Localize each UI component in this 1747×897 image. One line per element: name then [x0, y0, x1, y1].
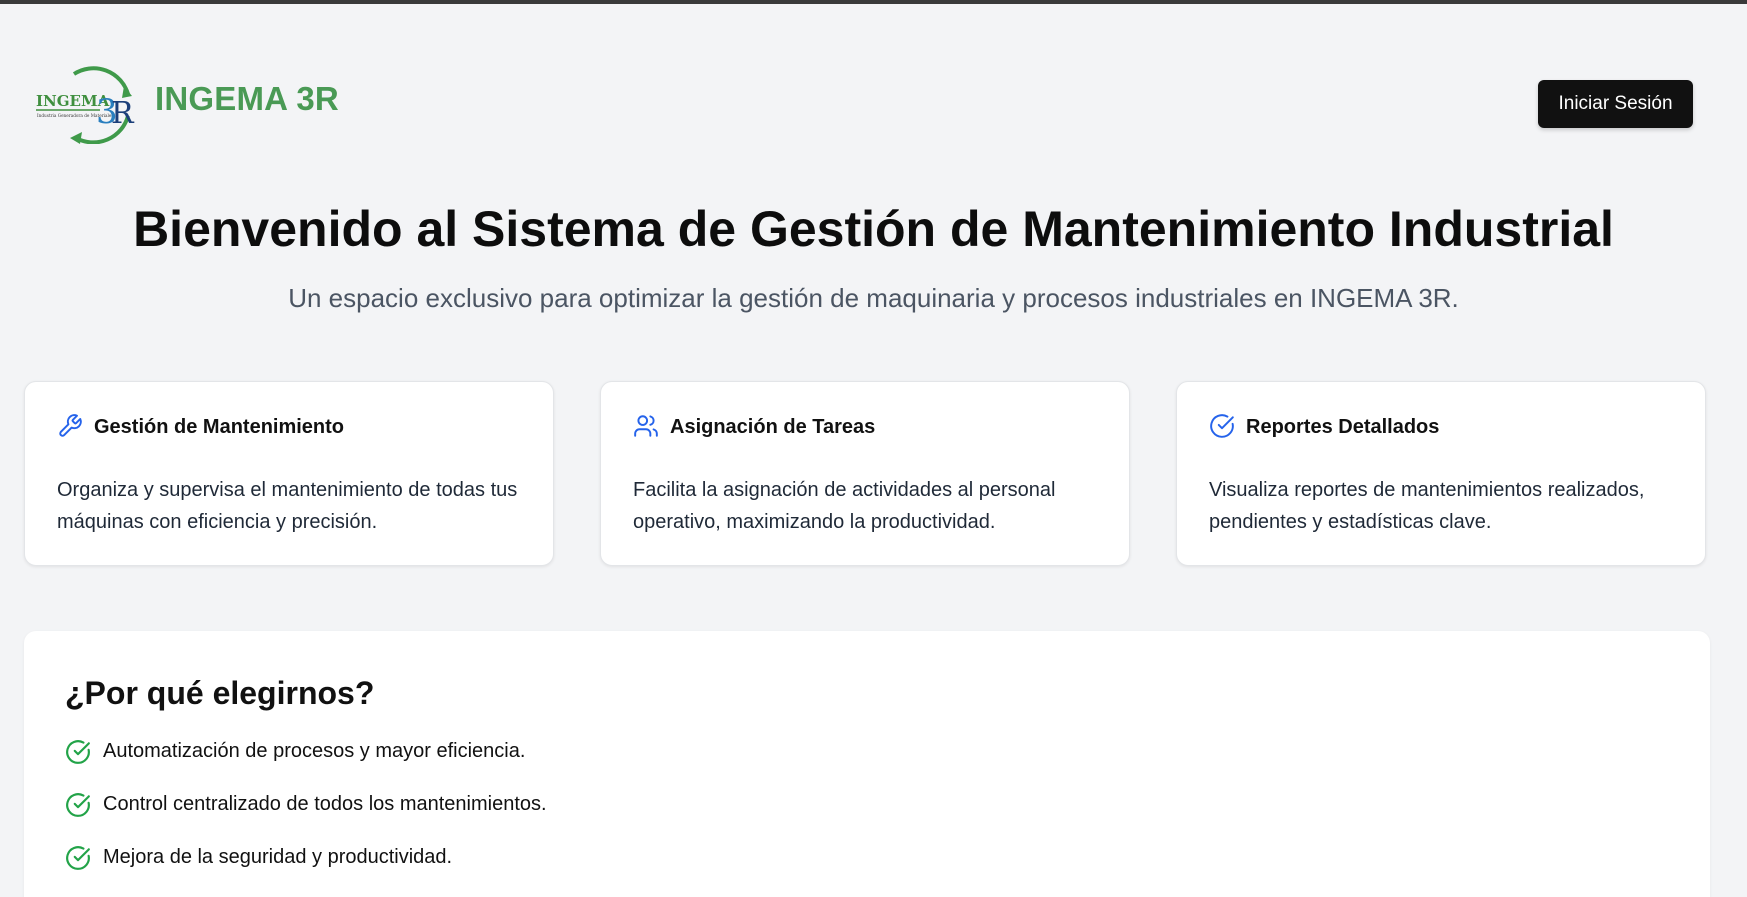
- benefits-list: Automatización de procesos y mayor efici…: [65, 737, 547, 896]
- feature-card-title: Asignación de Tareas: [670, 416, 876, 438]
- check-circle-icon: [66, 793, 90, 817]
- feature-card-description: Visualiza reportes de mantenimientos rea…: [1209, 479, 1645, 533]
- brand-name: INGEMA 3R: [155, 80, 339, 117]
- login-button[interactable]: Iniciar Sesión: [1538, 80, 1693, 128]
- site-header: INGEMA Industria Generadora de Materiale…: [0, 4, 1747, 154]
- users-icon: [634, 415, 658, 437]
- benefit-text: Automatización de procesos y mayor efici…: [103, 740, 526, 762]
- feature-card-title: Gestión de Mantenimiento: [94, 416, 345, 438]
- list-item: Mejora de la seguridad y productividad.: [65, 843, 547, 896]
- feature-card-maintenance: Gestión de Mantenimiento Organiza y supe…: [24, 381, 554, 566]
- check-circle-icon: [66, 740, 90, 764]
- ingema-logo[interactable]: INGEMA Industria Generadora de Materiale…: [36, 66, 136, 144]
- check-circle-icon: [66, 846, 90, 870]
- why-title: ¿Por qué elegirnos?: [65, 675, 375, 711]
- list-item: Control centralizado de todos los manten…: [65, 790, 547, 843]
- why-choose-us-panel: ¿Por qué elegirnos? Automatización de pr…: [24, 631, 1710, 897]
- feature-card-tasks: Asignación de Tareas Facilita la asignac…: [600, 381, 1130, 566]
- benefit-text: Control centralizado de todos los manten…: [103, 793, 547, 815]
- page: INGEMA Industria Generadora de Materiale…: [0, 0, 1747, 897]
- feature-card-title: Reportes Detallados: [1246, 416, 1440, 438]
- check-circle-icon: [1210, 414, 1234, 438]
- svg-text:R: R: [111, 96, 135, 131]
- feature-card-reports: Reportes Detallados Visualiza reportes d…: [1176, 381, 1706, 566]
- feature-card-description: Facilita la asignación de actividades al…: [633, 479, 1056, 533]
- hero-title: Bienvenido al Sistema de Gestión de Mant…: [133, 201, 1614, 257]
- list-item: Automatización de procesos y mayor efici…: [65, 737, 547, 790]
- wrench-icon: [59, 414, 82, 437]
- feature-card-description: Organiza y supervisa el mantenimiento de…: [57, 479, 518, 533]
- hero-subtitle: Un espacio exclusivo para optimizar la g…: [288, 283, 1459, 313]
- benefit-text: Mejora de la seguridad y productividad.: [103, 846, 453, 868]
